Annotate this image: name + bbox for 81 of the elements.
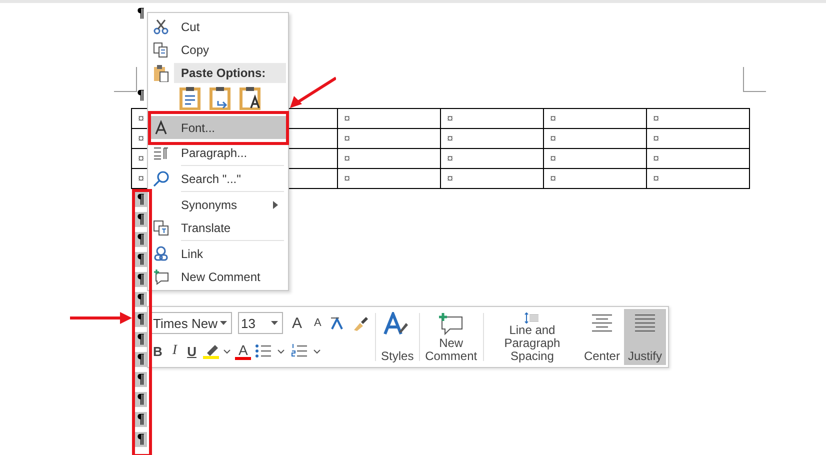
- cell-mark: ¤: [138, 172, 144, 184]
- cell-mark: ¤: [344, 152, 350, 164]
- menu-item[interactable]: Search "...": [148, 167, 288, 190]
- numbering-icon[interactable]: [290, 343, 323, 359]
- highlighter-icon[interactable]: [203, 343, 232, 359]
- cell-mark: ¤: [550, 152, 556, 164]
- toolbar-button[interactable]: New Comment: [420, 309, 482, 365]
- margin-mark: [114, 67, 137, 92]
- cell-mark: ¤: [653, 112, 660, 124]
- menu-item[interactable]: Translate: [148, 216, 288, 239]
- cell-mark: ¤: [447, 172, 454, 184]
- bullets-icon[interactable]: [254, 343, 287, 359]
- paragraph-mark: ¶: [135, 192, 147, 207]
- cell-mark: ¤: [653, 152, 660, 164]
- paragraph-mark: ¶: [135, 392, 147, 407]
- paragraph-mark: ¶: [136, 6, 146, 21]
- menu-item[interactable]: Copy: [148, 38, 288, 61]
- paragraph-mark: ¶: [135, 332, 147, 347]
- toolbar-button[interactable]: Justify: [624, 309, 666, 365]
- menu-item[interactable]: Cut: [148, 15, 288, 38]
- cell-mark: ¤: [653, 172, 660, 184]
- bold-button[interactable]: B: [150, 344, 166, 358]
- dropdown-arrow-icon: [220, 321, 227, 325]
- toolbar-button[interactable]: Center: [580, 309, 624, 365]
- clipboard-icon: [153, 64, 169, 82]
- cell-mark: ¤: [653, 132, 660, 144]
- font-color-button[interactable]: A: [235, 342, 251, 360]
- menu-item[interactable]: New Comment: [148, 265, 288, 288]
- paragraph-mark: ¶: [136, 88, 146, 103]
- paste-option-icon[interactable]: [209, 86, 233, 110]
- search-icon: [153, 170, 169, 186]
- cell-mark: ¤: [344, 112, 350, 124]
- underline-button[interactable]: U: [184, 344, 200, 358]
- cell-mark: ¤: [550, 172, 556, 184]
- margin-mark: [743, 67, 766, 92]
- cell-mark: ¤: [447, 112, 454, 124]
- toolbar-button[interactable]: Styles: [377, 309, 418, 365]
- menu-item[interactable]: Font...: [148, 116, 288, 139]
- paragraph-mark: ¶: [135, 232, 147, 247]
- cell-mark: ¤: [344, 172, 350, 184]
- cell-mark: ¤: [447, 132, 454, 144]
- menu-header: Paste Options:: [174, 62, 286, 82]
- arrow-drawing: [288, 76, 336, 110]
- link-icon: [153, 246, 169, 262]
- toolbar-button[interactable]: Line and Paragraph Spacing: [484, 309, 580, 365]
- dropdown-arrow-icon: [271, 321, 278, 325]
- font-icon: [153, 120, 169, 136]
- paragraph-mark: ¶: [135, 412, 147, 427]
- italic-button[interactable]: I: [169, 343, 180, 359]
- submenu-arrow-icon: [273, 201, 278, 209]
- cell-mark: ¤: [138, 152, 144, 164]
- menu-item[interactable]: Synonyms: [148, 193, 288, 216]
- copy-icon: [153, 42, 169, 58]
- paragraph-mark: ¶: [135, 272, 147, 287]
- paragraph-mark: ¶: [135, 212, 147, 227]
- cell-mark: ¤: [138, 132, 144, 144]
- cell-mark: ¤: [344, 132, 350, 144]
- comment-icon: [153, 268, 169, 284]
- menu-item[interactable]: Link: [148, 242, 288, 265]
- arrow-drawing: [70, 311, 132, 325]
- cell-mark: ¤: [447, 152, 454, 164]
- menu-item[interactable]: Paragraph...: [148, 141, 288, 164]
- paragraph-mark: ¶: [135, 312, 147, 327]
- cell-mark: ¤: [138, 112, 144, 124]
- paste-option-icon[interactable]: [179, 86, 203, 110]
- translate-icon: [153, 220, 169, 236]
- font-name-field[interactable]: Times New: [150, 312, 232, 334]
- cell-mark: ¤: [550, 112, 556, 124]
- shrink-font-button[interactable]: A: [311, 317, 324, 329]
- paragraph-mark: ¶: [135, 352, 147, 367]
- paragraph-mark: ¶: [135, 372, 147, 387]
- paste-option-icon[interactable]: [239, 86, 263, 110]
- paragraph-mark: ¶: [135, 432, 147, 447]
- font-size-field[interactable]: 13: [238, 312, 283, 334]
- cell-mark: ¤: [550, 132, 556, 144]
- scissors-icon: [153, 18, 169, 34]
- format-painter-icon[interactable]: [352, 315, 368, 331]
- paragraph-icon: [153, 144, 169, 160]
- grow-font-button[interactable]: A: [289, 314, 306, 332]
- paragraph-mark: ¶: [135, 292, 147, 307]
- paragraph-mark: ¶: [135, 252, 147, 267]
